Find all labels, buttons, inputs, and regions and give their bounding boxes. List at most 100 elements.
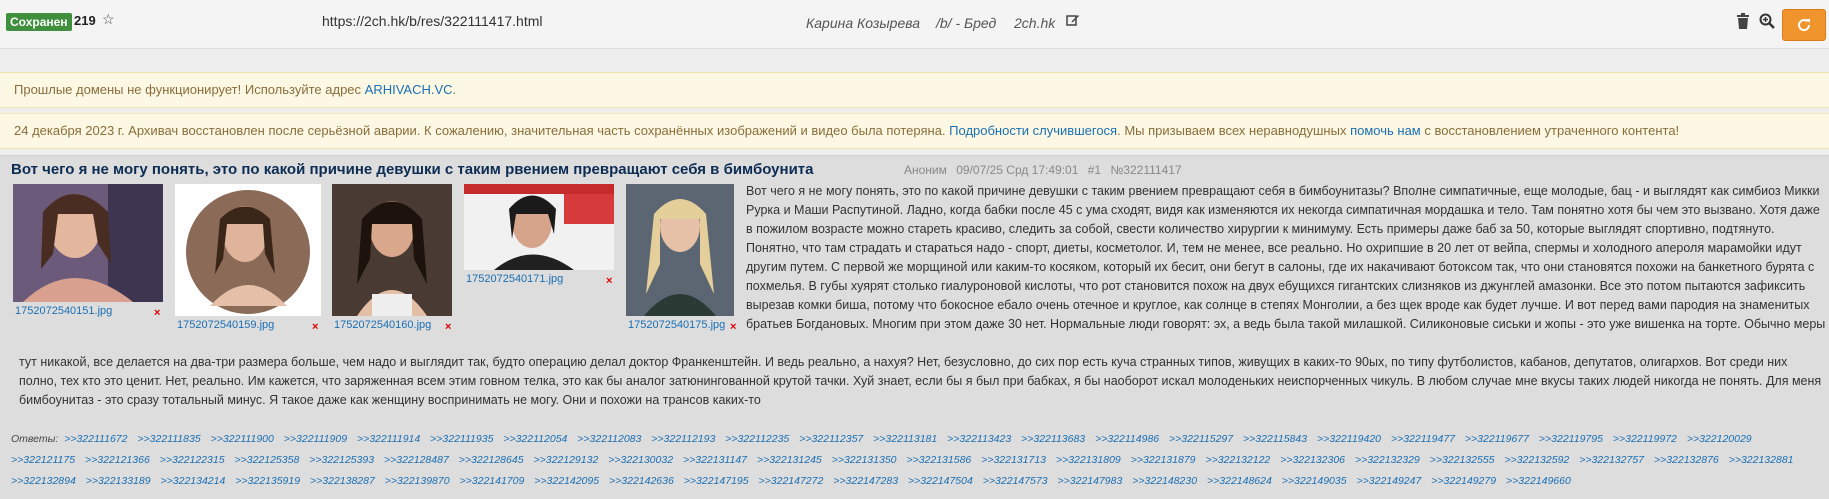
delete-image-icon[interactable]: × <box>606 275 612 287</box>
reply-link[interactable]: >>322147195 <box>684 475 749 487</box>
incident-details-link[interactable]: Подробности случившегося <box>949 123 1117 138</box>
reply-link[interactable]: >>322149279 <box>1431 475 1496 487</box>
reply-link[interactable]: >>322131245 <box>757 454 822 466</box>
reply-link[interactable]: >>322132329 <box>1355 454 1420 466</box>
reply-link[interactable]: >>322138287 <box>310 475 375 487</box>
reply-link[interactable]: >>322132881 <box>1729 454 1794 466</box>
edit-icon[interactable] <box>1066 13 1080 27</box>
reply-link[interactable]: >>322113181 <box>873 433 937 445</box>
reply-link[interactable]: >>322115843 <box>1243 433 1307 445</box>
reply-link[interactable]: >>322128645 <box>459 454 524 466</box>
reply-link[interactable]: >>322141709 <box>460 475 525 487</box>
reply-link[interactable]: >>322119972 <box>1613 433 1677 445</box>
image-filename[interactable]: 1752072540175.jpg <box>628 319 725 331</box>
board-name[interactable]: /b/ - Бред <box>936 15 996 31</box>
reply-link[interactable]: >>322131147 <box>683 454 747 466</box>
reply-link[interactable]: >>322135919 <box>235 475 300 487</box>
reply-link[interactable]: >>322129132 <box>533 454 598 466</box>
reply-link[interactable]: >>322132876 <box>1654 454 1719 466</box>
reply-link[interactable]: >>322130032 <box>608 454 673 466</box>
reply-link[interactable]: >>322122315 <box>160 454 225 466</box>
refresh-button[interactable] <box>1782 9 1826 41</box>
reply-link[interactable]: >>322125393 <box>309 454 374 466</box>
reply-link[interactable]: >>322147573 <box>983 475 1048 487</box>
image-attachment[interactable]: 1752072540171.jpg × <box>464 184 616 296</box>
image-filename[interactable]: 1752072540171.jpg <box>466 273 563 285</box>
trash-icon[interactable] <box>1736 13 1750 29</box>
reply-link[interactable]: >>322131713 <box>981 454 1046 466</box>
delete-image-icon[interactable]: × <box>312 321 318 333</box>
reply-link[interactable]: >>322147283 <box>833 475 898 487</box>
reply-link[interactable]: >>322121366 <box>85 454 150 466</box>
reply-link[interactable]: >>322139870 <box>385 475 450 487</box>
post-number[interactable]: #1 <box>1088 163 1101 177</box>
image-attachment[interactable]: 1752072540175.jpg × <box>626 184 742 336</box>
thumbnail-image[interactable] <box>464 184 614 270</box>
reply-link[interactable]: >>322113683 <box>1021 433 1085 445</box>
reply-link[interactable]: >>322121175 <box>11 454 75 466</box>
reply-link[interactable]: >>322147983 <box>1058 475 1123 487</box>
reply-link[interactable]: >>322112357 <box>799 433 863 445</box>
image-filename[interactable]: 1752072540151.jpg <box>15 305 112 317</box>
reply-link[interactable]: >>322149660 <box>1506 475 1571 487</box>
reply-link[interactable]: >>322132122 <box>1205 454 1270 466</box>
thumbnail-image[interactable] <box>626 184 734 316</box>
image-filename[interactable]: 1752072540159.jpg <box>177 319 274 331</box>
help-us-link[interactable]: помочь нам <box>1350 123 1421 138</box>
thumbnail-image[interactable] <box>332 184 452 316</box>
star-icon[interactable]: ☆ <box>102 11 115 28</box>
image-attachment[interactable]: 1752072540160.jpg × <box>332 184 454 336</box>
reply-link[interactable]: >>322125358 <box>234 454 299 466</box>
reply-link[interactable]: >>322114986 <box>1095 433 1159 445</box>
reply-link[interactable]: >>322112083 <box>577 433 641 445</box>
reply-link[interactable]: >>322133189 <box>86 475 151 487</box>
reply-link[interactable]: >>322113423 <box>947 433 1011 445</box>
reply-link[interactable]: >>322112054 <box>503 433 567 445</box>
reply-link[interactable]: >>322111672 <box>64 433 127 445</box>
thumbnail-image[interactable] <box>175 184 321 316</box>
image-attachment[interactable]: 1752072540151.jpg × <box>13 184 163 324</box>
reply-link[interactable]: >>322131350 <box>832 454 897 466</box>
reply-link[interactable]: >>322111835 <box>137 433 200 445</box>
reply-link[interactable]: >>322131879 <box>1131 454 1196 466</box>
reply-link[interactable]: >>322132757 <box>1579 454 1644 466</box>
reply-link[interactable]: >>322119420 <box>1317 433 1381 445</box>
reply-link[interactable]: >>322149247 <box>1357 475 1422 487</box>
site-name[interactable]: 2ch.hk <box>1014 15 1055 31</box>
reply-link[interactable]: >>322132306 <box>1280 454 1345 466</box>
reply-link[interactable]: >>322111900 <box>211 433 274 445</box>
reply-link[interactable]: >>322115297 <box>1169 433 1233 445</box>
reply-link[interactable]: >>322128487 <box>384 454 449 466</box>
reply-link[interactable]: >>322134214 <box>161 475 226 487</box>
reply-link[interactable]: >>322147504 <box>908 475 973 487</box>
reply-link[interactable]: >>322132592 <box>1504 454 1569 466</box>
delete-image-icon[interactable]: × <box>154 307 160 319</box>
image-attachment[interactable]: 1752072540159.jpg × <box>175 184 321 336</box>
reply-link[interactable]: >>322112193 <box>651 433 715 445</box>
reply-link[interactable]: >>322148624 <box>1207 475 1272 487</box>
reply-link[interactable]: >>322131586 <box>906 454 971 466</box>
post-id[interactable]: №322111417 <box>1110 163 1181 177</box>
delete-image-icon[interactable]: × <box>730 321 736 333</box>
thumbnail-image[interactable] <box>13 184 163 302</box>
zoom-icon[interactable] <box>1759 13 1775 29</box>
reply-link[interactable]: >>322111935 <box>430 433 493 445</box>
reply-link[interactable]: >>322119477 <box>1391 433 1455 445</box>
reply-link[interactable]: >>322120029 <box>1687 433 1752 445</box>
reply-link[interactable]: >>322111909 <box>284 433 347 445</box>
reply-link[interactable]: >>322149035 <box>1282 475 1347 487</box>
reply-link[interactable]: >>322112235 <box>725 433 789 445</box>
reply-link[interactable]: >>322148230 <box>1132 475 1197 487</box>
reply-link[interactable]: >>322119677 <box>1465 433 1529 445</box>
reply-link[interactable]: >>322147272 <box>759 475 824 487</box>
arhivach-link[interactable]: ARHIVACH.VC <box>365 82 453 97</box>
reply-link[interactable]: >>322119795 <box>1539 433 1603 445</box>
reply-link[interactable]: >>322142636 <box>609 475 674 487</box>
reply-link[interactable]: >>322131809 <box>1056 454 1121 466</box>
reply-link[interactable]: >>322111914 <box>357 433 420 445</box>
thread-url[interactable]: https://2ch.hk/b/res/322111417.html <box>322 13 543 29</box>
reply-link[interactable]: >>322132894 <box>11 475 76 487</box>
delete-image-icon[interactable]: × <box>445 321 451 333</box>
reply-link[interactable]: >>322142095 <box>534 475 599 487</box>
image-filename[interactable]: 1752072540160.jpg <box>334 319 431 331</box>
